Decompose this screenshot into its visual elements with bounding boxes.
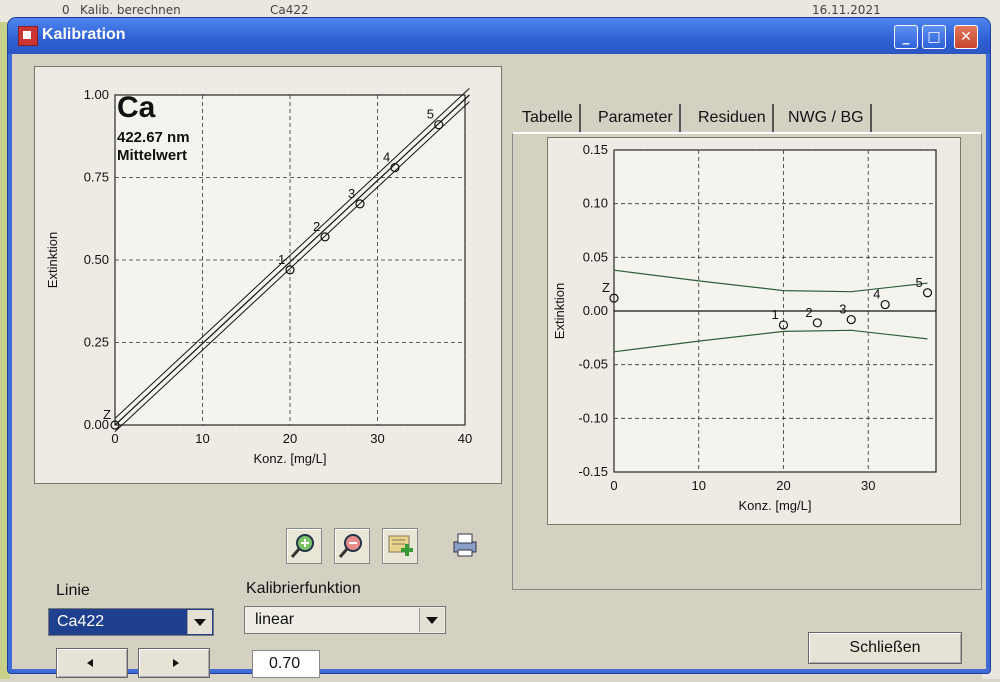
chevron-down-icon[interactable] [419, 608, 444, 632]
tab-nwg-bg[interactable]: NWG / BG [782, 104, 872, 132]
correlation-field[interactable]: 0.70 [252, 650, 320, 678]
residual-chart[interactable]: 0 10 20 30 0.15 0.10 0.05 0.00 -0.05 -0.10 -0.15 Ko… [548, 138, 960, 524]
x-tick-label: 0 [111, 431, 118, 446]
x-tick-label: 30 [861, 478, 875, 493]
minimize-button[interactable]: _ [894, 25, 918, 49]
print-button[interactable] [448, 528, 482, 562]
point-label: 5 [916, 275, 923, 290]
x-axis-label: Konz. [mg/L] [739, 498, 812, 513]
printer-icon [453, 533, 477, 557]
mode-label: Mittelwert [117, 147, 188, 164]
add-icon [388, 535, 413, 556]
next-button[interactable] [138, 648, 210, 678]
x-tick-label: 40 [458, 431, 472, 446]
kalibrierfunktion-label: Kalibrierfunktion [246, 580, 361, 597]
zoom-out-icon [338, 534, 362, 558]
row-number: 0 [62, 3, 70, 17]
close-icon: ✕ [960, 29, 972, 45]
point-label: 4 [873, 287, 880, 302]
tab-parameter[interactable]: Parameter [592, 104, 681, 132]
x-tick-label: 20 [283, 431, 297, 446]
linie-value: Ca422 [57, 613, 105, 630]
tab-tabelle[interactable]: Tabelle [516, 104, 581, 132]
element-symbol: Ca [117, 91, 156, 124]
residuen-tab-panel: 0 10 20 30 0.15 0.10 0.05 0.00 -0.05 -0.10 -0.15 Ko… [512, 132, 982, 590]
point-label: 1 [771, 307, 778, 322]
y-axis-label: Extinktion [552, 283, 567, 339]
window-title: Kalibration [42, 26, 126, 43]
x-tick-label: 0 [610, 478, 617, 493]
calibration-chart[interactable]: 0 10 20 30 400.000.250.500.751.00Konz. [mg/L… [35, 67, 501, 483]
correlation-value: 0.70 [269, 655, 301, 672]
dialog-client-area: 0 10 20 30 40 0.00 0.25 0.50 0.75 1.00 Konz. [mg/L… [12, 54, 986, 678]
tab-residuen[interactable]: Residuen [692, 104, 774, 132]
point-label: 3 [348, 186, 355, 201]
point-label: 2 [805, 305, 812, 320]
y-tick-label: 0.50 [84, 252, 109, 267]
close-button[interactable]: ✕ [954, 25, 978, 49]
y-tick-label: 1.00 [84, 87, 109, 102]
wavelength-label: 422.67 nm [117, 129, 190, 146]
kalibrierfunktion-select[interactable]: linear [244, 606, 446, 634]
chevron-down-icon[interactable] [187, 610, 212, 634]
app-icon [18, 26, 38, 46]
row-name: Kalib. berechnen [80, 3, 181, 17]
y-tick-label: 0.75 [84, 170, 109, 185]
zoom-out-button[interactable] [334, 528, 370, 564]
zoom-in-button[interactable] [286, 528, 322, 564]
row-date: 16.11.2021 [812, 3, 881, 17]
y-axis-label: Extinktion [45, 232, 60, 288]
add-point-button[interactable] [382, 528, 418, 564]
maximize-button[interactable]: □ [922, 25, 946, 49]
minimize-icon: _ [902, 29, 910, 45]
y-tick-label: -0.10 [578, 410, 608, 425]
prev-button[interactable] [56, 648, 128, 678]
y-tick-label: -0.05 [578, 357, 608, 372]
y-tick-label: 0.15 [583, 142, 608, 157]
arrow-left-icon [87, 659, 93, 667]
calibration-plot-frame: 0 10 20 30 40 0.00 0.25 0.50 0.75 1.00 Konz. [mg/L… [34, 66, 502, 484]
point-label: Z [602, 280, 610, 295]
title-bar[interactable]: Kalibration _ □ ✕ [8, 18, 990, 54]
arrow-right-icon [173, 659, 179, 667]
y-tick-label: -0.15 [578, 464, 608, 479]
x-tick-label: 20 [776, 478, 790, 493]
residual-plot-frame: 0 10 20 30 0.15 0.10 0.05 0.00 -0.05 -0.10 -0.15 Ko… [547, 137, 961, 525]
x-tick-label: 30 [370, 431, 384, 446]
y-tick-label: 0.00 [583, 303, 608, 318]
point-label: 1 [278, 252, 285, 267]
y-tick-label: 0.25 [84, 335, 109, 350]
point-label: Z [103, 407, 111, 422]
kalibrierfunktion-value: linear [255, 611, 295, 628]
linie-label: Linie [56, 582, 90, 599]
linie-select[interactable]: Ca422 [48, 608, 214, 636]
x-axis-label: Konz. [mg/L] [254, 451, 327, 466]
maximize-icon: □ [927, 29, 941, 45]
zoom-in-icon [290, 534, 314, 558]
point-label: 4 [383, 150, 390, 165]
schliessen-button[interactable]: Schließen [808, 632, 962, 664]
x-tick-label: 10 [692, 478, 706, 493]
row-line: Ca422 [270, 3, 309, 17]
point-label: 5 [427, 107, 434, 122]
kalibration-window: Kalibration _ □ ✕ 0 10 20 30 40 0.00 0.25 0.50 0… [8, 18, 990, 678]
point-label: 2 [313, 219, 320, 234]
y-tick-label: 0.05 [583, 249, 608, 264]
y-tick-label: 0.10 [583, 196, 608, 211]
point-label: 3 [839, 302, 846, 317]
x-tick-label: 10 [195, 431, 209, 446]
